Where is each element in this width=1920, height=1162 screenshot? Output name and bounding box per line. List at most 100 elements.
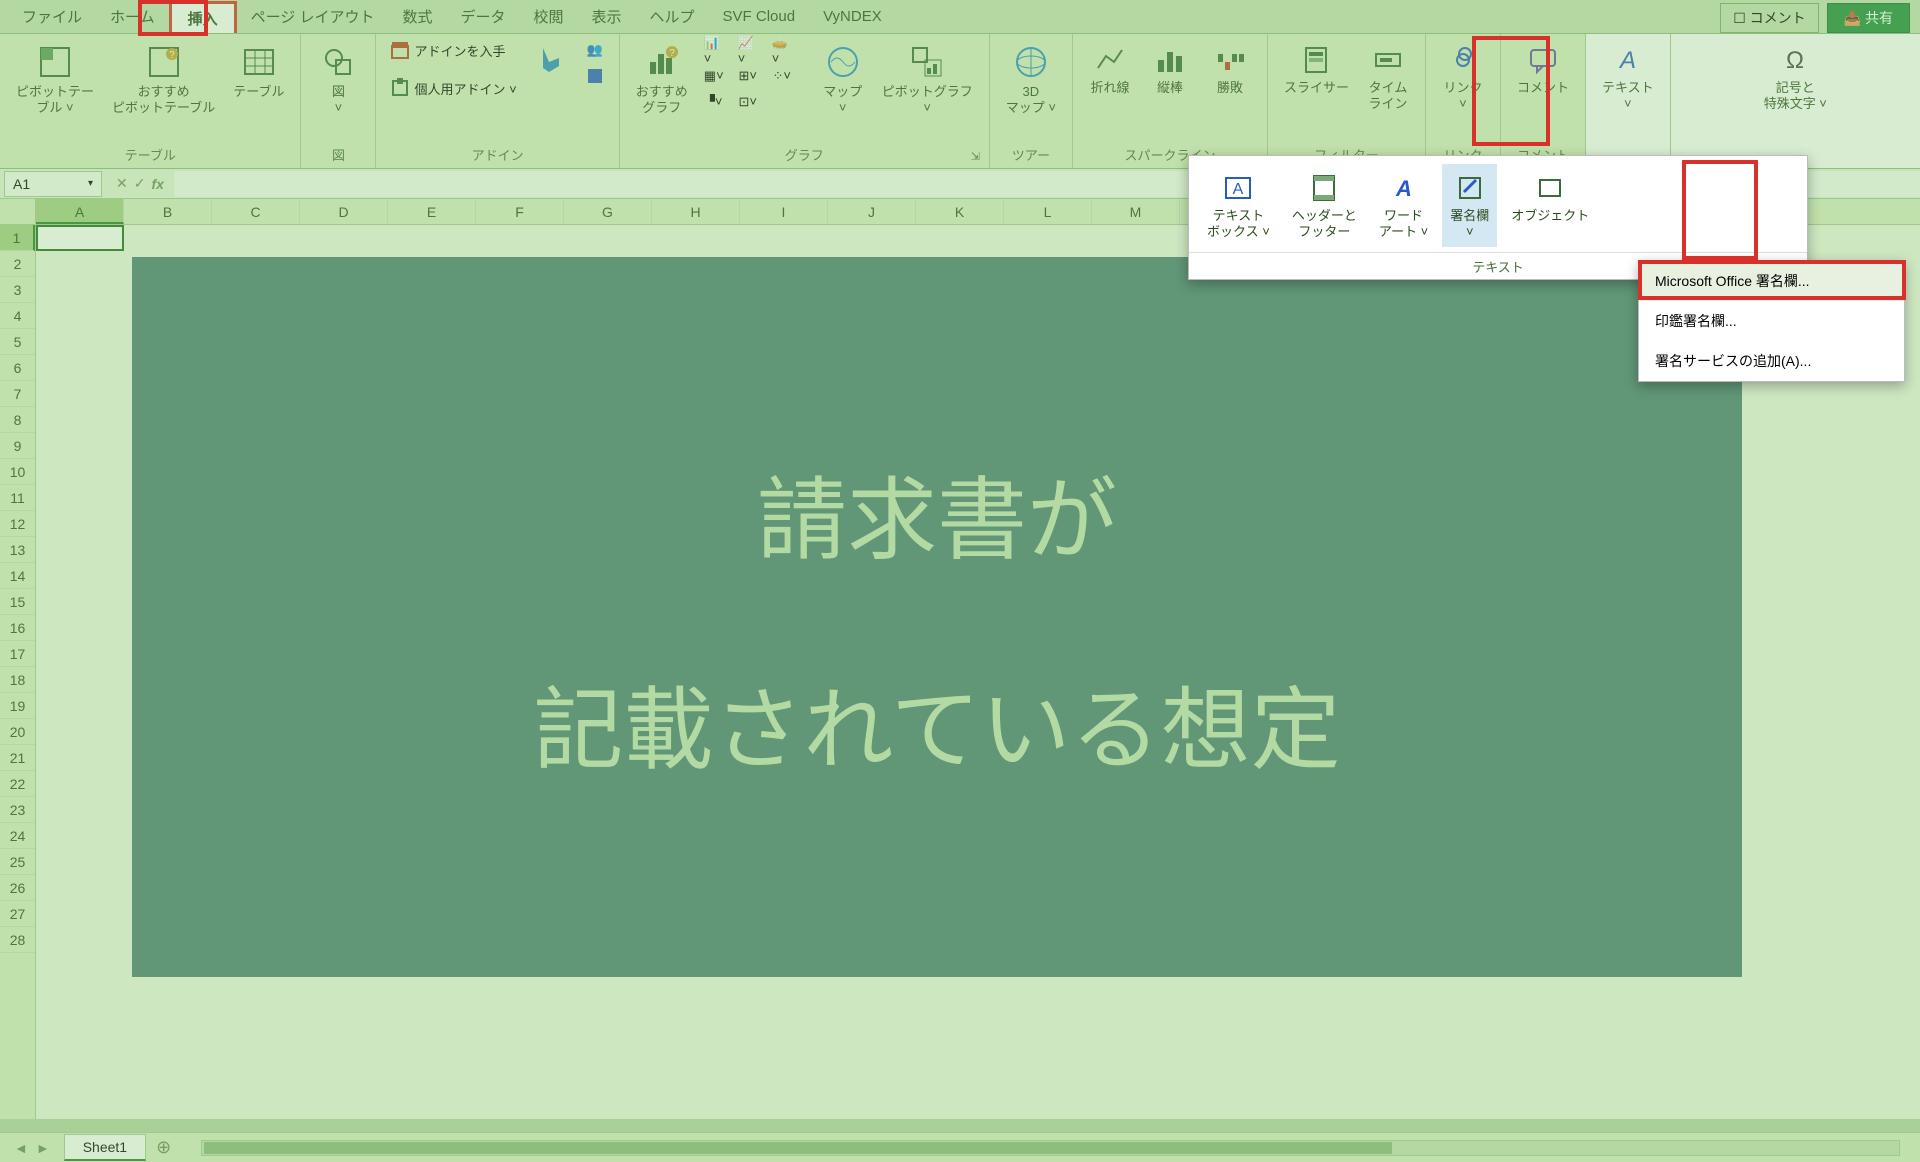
tab-formulas[interactable]: 数式: [388, 0, 446, 33]
row-header[interactable]: 28: [0, 927, 35, 953]
charts-dialog-launcher[interactable]: ⇲: [971, 150, 985, 164]
sparkline-line-button[interactable]: 折れ線: [1083, 38, 1137, 100]
pie-chart-button[interactable]: 🥧˅: [768, 38, 796, 62]
row-header[interactable]: 13: [0, 537, 35, 563]
header-footer-button[interactable]: ヘッダーと フッター: [1284, 164, 1365, 247]
pivot-chart-button[interactable]: ピボットグラフ ˅: [876, 38, 979, 121]
symbol-button[interactable]: Ω 記号と 特殊文字 ˅: [1758, 38, 1833, 117]
new-comment-button[interactable]: コメント: [1511, 38, 1575, 100]
recommended-pivot-button[interactable]: ? おすすめ ピボットテーブル: [106, 38, 221, 121]
cancel-formula-icon[interactable]: ✕: [116, 175, 128, 192]
sheet-nav-prev[interactable]: ◄: [14, 1140, 28, 1156]
text-dropdown-button[interactable]: A テキスト ˅: [1596, 38, 1660, 117]
tab-file[interactable]: ファイル: [8, 0, 96, 33]
name-box[interactable]: A1 ▾: [4, 171, 102, 197]
tab-data[interactable]: データ: [446, 0, 519, 33]
col-header[interactable]: L: [1004, 199, 1092, 224]
row-header[interactable]: 16: [0, 615, 35, 641]
col-header[interactable]: A: [36, 199, 124, 224]
row-header[interactable]: 2: [0, 251, 35, 277]
select-all-corner[interactable]: [0, 199, 36, 224]
tab-help[interactable]: ヘルプ: [636, 0, 709, 33]
col-header[interactable]: F: [476, 199, 564, 224]
combo-chart-button[interactable]: ⊡˅: [734, 90, 762, 114]
fx-icon[interactable]: fx: [151, 176, 163, 192]
enter-formula-icon[interactable]: ✓: [134, 175, 146, 192]
row-header[interactable]: 27: [0, 901, 35, 927]
row-header[interactable]: 1: [0, 225, 35, 251]
bing-maps-addin[interactable]: [527, 38, 575, 84]
column-chart-button[interactable]: 📊˅: [700, 38, 728, 62]
people-graph-addin[interactable]: 👥: [581, 38, 609, 62]
tab-review[interactable]: 校閲: [520, 0, 578, 33]
row-header[interactable]: 20: [0, 719, 35, 745]
col-header[interactable]: G: [564, 199, 652, 224]
scatter-chart-button[interactable]: ⁘˅: [768, 64, 796, 88]
stamp-signature-item[interactable]: 印鑑署名欄...: [1639, 301, 1904, 341]
share-button[interactable]: 📤 共有: [1827, 3, 1910, 33]
row-header[interactable]: 3: [0, 277, 35, 303]
row-header[interactable]: 26: [0, 875, 35, 901]
3d-map-button[interactable]: 3D マップ ˅: [1000, 38, 1062, 121]
my-addins-button[interactable]: 個人用アドイン ˅: [386, 76, 520, 100]
add-signature-service-item[interactable]: 署名サービスの追加(A)...: [1639, 341, 1904, 381]
scrollbar-thumb[interactable]: [204, 1142, 1392, 1154]
col-header[interactable]: D: [300, 199, 388, 224]
col-header[interactable]: M: [1092, 199, 1180, 224]
link-button[interactable]: リンク ˅: [1436, 38, 1490, 117]
row-header[interactable]: 19: [0, 693, 35, 719]
add-sheet-button[interactable]: ⊕: [146, 1137, 181, 1158]
waterfall-chart-button[interactable]: ▝˅: [700, 90, 728, 114]
illustrations-button[interactable]: 図 ˅: [311, 38, 365, 121]
tab-insert[interactable]: 挿入: [169, 1, 237, 33]
sheet-tab[interactable]: Sheet1: [64, 1134, 146, 1161]
text-box-button[interactable]: A テキスト ボックス ˅: [1199, 164, 1278, 247]
tab-page-layout[interactable]: ページ レイアウト: [237, 0, 389, 33]
col-header[interactable]: E: [388, 199, 476, 224]
col-header[interactable]: J: [828, 199, 916, 224]
tab-vyndex[interactable]: VyNDEX: [809, 2, 896, 31]
row-header[interactable]: 9: [0, 433, 35, 459]
visio-addin[interactable]: [581, 64, 609, 88]
row-header[interactable]: 25: [0, 849, 35, 875]
wordart-button[interactable]: A ワード アート ˅: [1371, 164, 1436, 247]
col-header[interactable]: K: [916, 199, 1004, 224]
sparkline-column-button[interactable]: 縦棒: [1143, 38, 1197, 100]
recommended-charts-button[interactable]: ? おすすめ グラフ: [630, 38, 694, 121]
row-header[interactable]: 7: [0, 381, 35, 407]
row-header[interactable]: 12: [0, 511, 35, 537]
comments-button[interactable]: ☐ コメント: [1720, 3, 1818, 33]
row-header[interactable]: 23: [0, 797, 35, 823]
row-header[interactable]: 21: [0, 745, 35, 771]
col-header[interactable]: H: [652, 199, 740, 224]
row-header[interactable]: 24: [0, 823, 35, 849]
ms-office-signature-item[interactable]: Microsoft Office 署名欄...: [1639, 261, 1904, 301]
timeline-button[interactable]: タイム ライン: [1361, 38, 1415, 117]
signature-line-button[interactable]: 署名欄 ˅: [1442, 164, 1497, 247]
hierarchy-chart-button[interactable]: ▦˅: [700, 64, 728, 88]
line-chart-button[interactable]: 📈˅: [734, 38, 762, 62]
tab-home[interactable]: ホーム: [96, 0, 169, 33]
object-button[interactable]: オブジェクト: [1503, 164, 1597, 230]
row-header[interactable]: 18: [0, 667, 35, 693]
sheet-nav-next[interactable]: ►: [36, 1140, 50, 1156]
row-header[interactable]: 17: [0, 641, 35, 667]
row-header[interactable]: 5: [0, 329, 35, 355]
row-header[interactable]: 8: [0, 407, 35, 433]
table-button[interactable]: テーブル: [227, 38, 290, 104]
col-header[interactable]: C: [212, 199, 300, 224]
row-header[interactable]: 10: [0, 459, 35, 485]
tab-view[interactable]: 表示: [578, 0, 636, 33]
col-header[interactable]: B: [124, 199, 212, 224]
get-addins-button[interactable]: アドインを入手: [386, 38, 520, 62]
row-header[interactable]: 14: [0, 563, 35, 589]
statistic-chart-button[interactable]: ⊞˅: [734, 64, 762, 88]
maps-button[interactable]: マップ ˅: [816, 38, 870, 121]
row-header[interactable]: 22: [0, 771, 35, 797]
slicer-button[interactable]: スライサー: [1278, 38, 1355, 100]
pivot-table-button[interactable]: ピボットテー ブル ˅: [10, 38, 100, 121]
col-header[interactable]: I: [740, 199, 828, 224]
row-header[interactable]: 11: [0, 485, 35, 511]
tab-svf-cloud[interactable]: SVF Cloud: [709, 2, 810, 31]
row-header[interactable]: 4: [0, 303, 35, 329]
